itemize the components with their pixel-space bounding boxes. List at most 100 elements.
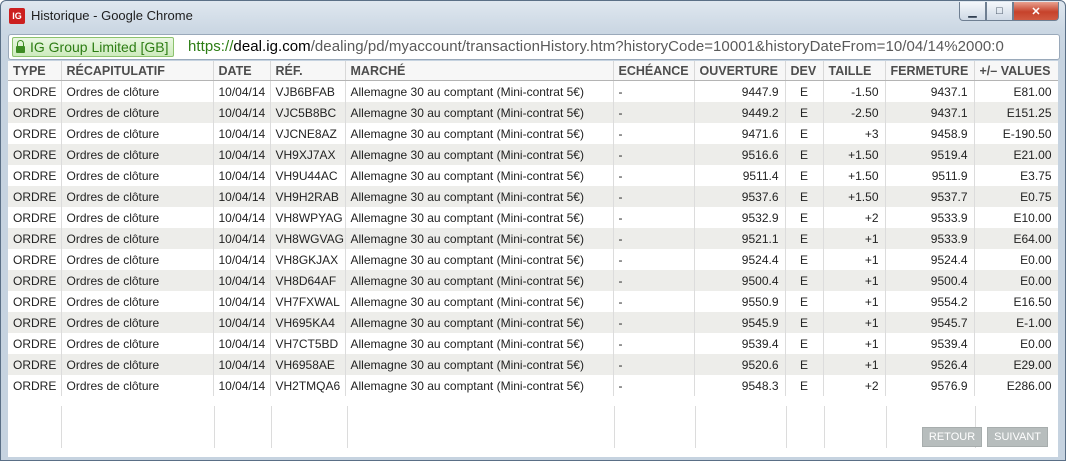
column-filler xyxy=(615,406,696,448)
cell-date: 10/04/14 xyxy=(213,80,271,102)
cell-expiry: - xyxy=(613,186,695,207)
table-row[interactable]: ORDRE Ordres de clôture 10/04/14 VH7FXWAL Al… xyxy=(8,291,1058,312)
table-row[interactable]: ORDRE Ordres de clôture 10/04/14 VH8GKJAX Al… xyxy=(8,249,1058,270)
cell-expiry: - xyxy=(613,80,695,102)
cell-summary: Ordres de clôture xyxy=(61,270,214,291)
column-header-close[interactable]: FERMETURE xyxy=(885,61,975,81)
cell-date: 10/04/14 xyxy=(213,291,271,312)
cell-expiry: - xyxy=(613,354,695,375)
cell-size: +1 xyxy=(823,228,886,249)
column-filler xyxy=(348,406,615,448)
cell-currency: E xyxy=(785,123,824,144)
cell-type: ORDRE xyxy=(8,249,62,270)
back-button[interactable]: RETOUR xyxy=(921,427,983,447)
table-row[interactable]: ORDRE Ordres de clôture 10/04/14 VJC5B8BC Al… xyxy=(8,102,1058,123)
cell-market: Allemagne 30 au comptant (Mini-contrat 5… xyxy=(345,354,614,375)
cell-size: +1 xyxy=(823,333,886,354)
table-row[interactable]: ORDRE Ordres de clôture 10/04/14 VJB6BFAB Al… xyxy=(8,80,1058,102)
cell-open: 9511.4 xyxy=(694,165,786,186)
cell-date: 10/04/14 xyxy=(213,228,271,249)
table-row[interactable]: ORDRE Ordres de clôture 10/04/14 VH7CT5BD Al… xyxy=(8,333,1058,354)
table-row[interactable]: ORDRE Ordres de clôture 10/04/14 VH8D64AF Al… xyxy=(8,270,1058,291)
cell-currency: E xyxy=(785,80,824,102)
cell-currency: E xyxy=(785,186,824,207)
cell-summary: Ordres de clôture xyxy=(61,228,214,249)
cell-open: 9548.3 xyxy=(694,375,786,396)
cell-summary: Ordres de clôture xyxy=(61,375,214,396)
table-row[interactable]: ORDRE Ordres de clôture 10/04/14 VH9XJ7AX Al… xyxy=(8,144,1058,165)
column-header-market[interactable]: MARCHÉ xyxy=(345,61,614,81)
address-bar[interactable]: IG Group Limited [GB] https://deal.ig.co… xyxy=(8,34,1060,60)
cell-close: 9524.4 xyxy=(885,249,975,270)
table-row[interactable]: ORDRE Ordres de clôture 10/04/14 VH695KA4 Al… xyxy=(8,312,1058,333)
cell-currency: E xyxy=(785,228,824,249)
window-controls: ▁ □ ✕ xyxy=(959,2,1059,21)
cell-expiry: - xyxy=(613,291,695,312)
cell-size: +1.50 xyxy=(823,165,886,186)
column-header-ref[interactable]: RÉF. xyxy=(270,61,346,81)
cell-expiry: - xyxy=(613,102,695,123)
cell-pnl: E0.75 xyxy=(974,186,1058,207)
cell-type: ORDRE xyxy=(8,291,62,312)
cell-expiry: - xyxy=(613,207,695,228)
cell-open: 9524.4 xyxy=(694,249,786,270)
cell-expiry: - xyxy=(613,375,695,396)
cell-ref: VJC5B8BC xyxy=(270,102,346,123)
column-filler xyxy=(272,406,348,448)
cell-market: Allemagne 30 au comptant (Mini-contrat 5… xyxy=(345,186,614,207)
cell-type: ORDRE xyxy=(8,375,62,396)
table-row[interactable]: ORDRE Ordres de clôture 10/04/14 VH8WPYAG Al… xyxy=(8,207,1058,228)
cell-pnl: E3.75 xyxy=(974,165,1058,186)
column-header-pnl[interactable]: +/– VALUES xyxy=(974,61,1058,81)
column-header-open[interactable]: OUVERTURE xyxy=(694,61,786,81)
cell-summary: Ordres de clôture xyxy=(61,165,214,186)
cell-pnl: E81.00 xyxy=(974,80,1058,102)
column-header-summary[interactable]: RÉCAPITULATIF xyxy=(61,61,214,81)
table-row[interactable]: ORDRE Ordres de clôture 10/04/14 VH2TMQA6 Al… xyxy=(8,375,1058,396)
cell-expiry: - xyxy=(613,228,695,249)
table-row[interactable]: ORDRE Ordres de clôture 10/04/14 VJCNE8AZ Al… xyxy=(8,123,1058,144)
cell-close: 9526.4 xyxy=(885,354,975,375)
table-row[interactable]: ORDRE Ordres de clôture 10/04/14 VH6958AE Al… xyxy=(8,354,1058,375)
maximize-button[interactable]: □ xyxy=(986,2,1013,21)
column-header-date[interactable]: DATE xyxy=(213,61,271,81)
cell-close: 9554.2 xyxy=(885,291,975,312)
cell-summary: Ordres de clôture xyxy=(61,102,214,123)
column-header-expiry[interactable]: ECHÉANCE xyxy=(613,61,695,81)
cell-close: 9539.4 xyxy=(885,333,975,354)
cell-pnl: E151.25 xyxy=(974,102,1058,123)
cell-ref: VH9XJ7AX xyxy=(270,144,346,165)
cell-size: +1.50 xyxy=(823,144,886,165)
cell-date: 10/04/14 xyxy=(213,207,271,228)
minimize-button[interactable]: ▁ xyxy=(959,2,986,21)
cell-currency: E xyxy=(785,249,824,270)
cell-summary: Ordres de clôture xyxy=(61,207,214,228)
cell-size: +1 xyxy=(823,354,886,375)
cell-summary: Ordres de clôture xyxy=(61,123,214,144)
cell-type: ORDRE xyxy=(8,270,62,291)
column-filler xyxy=(825,406,887,448)
cell-ref: VH7CT5BD xyxy=(270,333,346,354)
cell-date: 10/04/14 xyxy=(213,333,271,354)
column-header-size[interactable]: TAILLE xyxy=(823,61,886,81)
cell-summary: Ordres de clôture xyxy=(61,80,214,102)
cell-open: 9521.1 xyxy=(694,228,786,249)
cell-type: ORDRE xyxy=(8,228,62,249)
cell-market: Allemagne 30 au comptant (Mini-contrat 5… xyxy=(345,270,614,291)
table-row[interactable]: ORDRE Ordres de clôture 10/04/14 VH9U44AC Al… xyxy=(8,165,1058,186)
browser-window: IG Historique - Google Chrome ▁ □ ✕ IG G… xyxy=(0,0,1066,461)
next-button[interactable]: SUIVANT xyxy=(987,427,1048,447)
table-row[interactable]: ORDRE Ordres de clôture 10/04/14 VH9H2RAB Al… xyxy=(8,186,1058,207)
ig-logo-icon: IG xyxy=(9,8,25,24)
cell-type: ORDRE xyxy=(8,144,62,165)
cell-currency: E xyxy=(785,207,824,228)
table-row[interactable]: ORDRE Ordres de clôture 10/04/14 VH8WGVAG Al… xyxy=(8,228,1058,249)
column-header-type[interactable]: TYPE xyxy=(8,61,62,81)
close-button[interactable]: ✕ xyxy=(1013,2,1059,21)
url-text[interactable]: https://deal.ig.com/dealing/pd/myaccount… xyxy=(188,38,1004,55)
cell-currency: E xyxy=(785,291,824,312)
cell-summary: Ordres de clôture xyxy=(61,312,214,333)
column-header-currency[interactable]: DEV xyxy=(785,61,824,81)
column-filler xyxy=(8,406,62,448)
site-identity-badge[interactable]: IG Group Limited [GB] xyxy=(12,37,174,57)
